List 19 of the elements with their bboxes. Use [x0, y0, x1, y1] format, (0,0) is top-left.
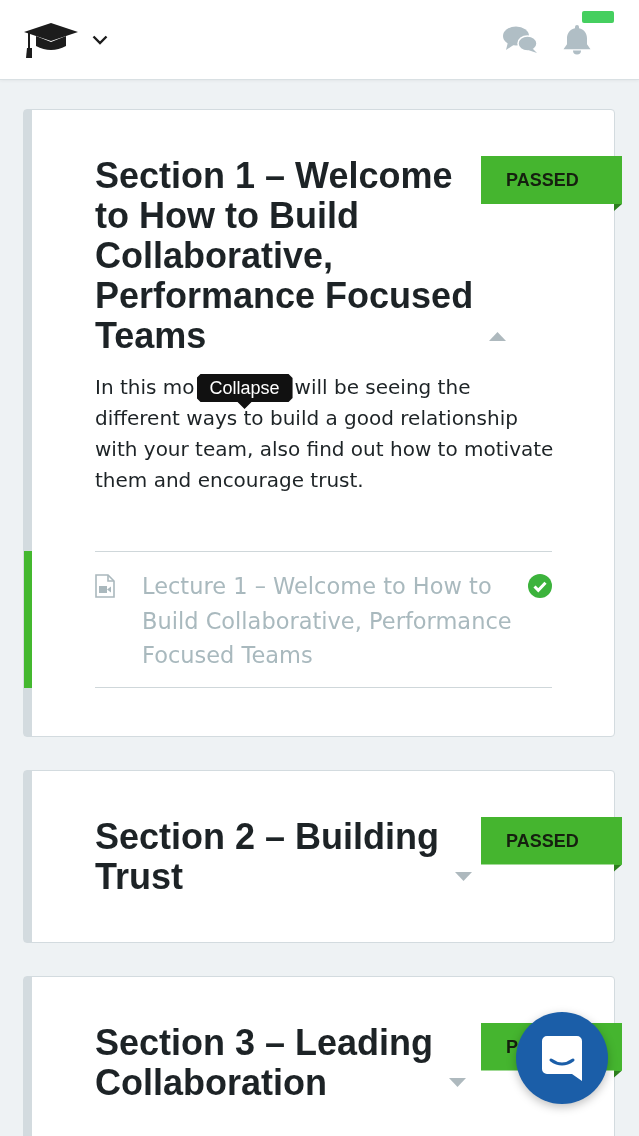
lecture-row[interactable]: Lecture 1 – Welcome to How to Build Collaborative, Performance Focused Teams	[24, 551, 614, 688]
caret-down-icon[interactable]	[449, 1078, 466, 1087]
lecture-title: Lecture 1 – Welcome to How to Build Collaborative, Performance Focused Teams	[142, 572, 513, 670]
graduation-cap-icon[interactable]	[23, 21, 79, 58]
status-ribbon: PASSED	[481, 156, 622, 211]
bell-icon[interactable]	[563, 24, 591, 55]
speech-bubble-icon	[542, 1035, 582, 1081]
caret-up-icon[interactable]	[489, 331, 506, 341]
description-text: In this mo	[95, 374, 195, 401]
caret-down-icon[interactable]	[455, 872, 472, 881]
section-title: Section 3 – Leading Collaboration	[95, 1022, 435, 1103]
section-title: Section 1 – Welcome to How to Build Collaborative, Performance Focused Teams	[95, 156, 475, 356]
tooltip: Collapse	[196, 374, 293, 409]
chevron-down-icon[interactable]	[92, 34, 108, 45]
section-title: Section 2 – Building Trust	[95, 816, 441, 897]
description-text: will be seeing the	[294, 374, 471, 401]
video-file-icon	[95, 574, 115, 598]
chat-bubbles-icon[interactable]	[503, 25, 538, 54]
status-ribbon: PASSED	[481, 816, 622, 872]
